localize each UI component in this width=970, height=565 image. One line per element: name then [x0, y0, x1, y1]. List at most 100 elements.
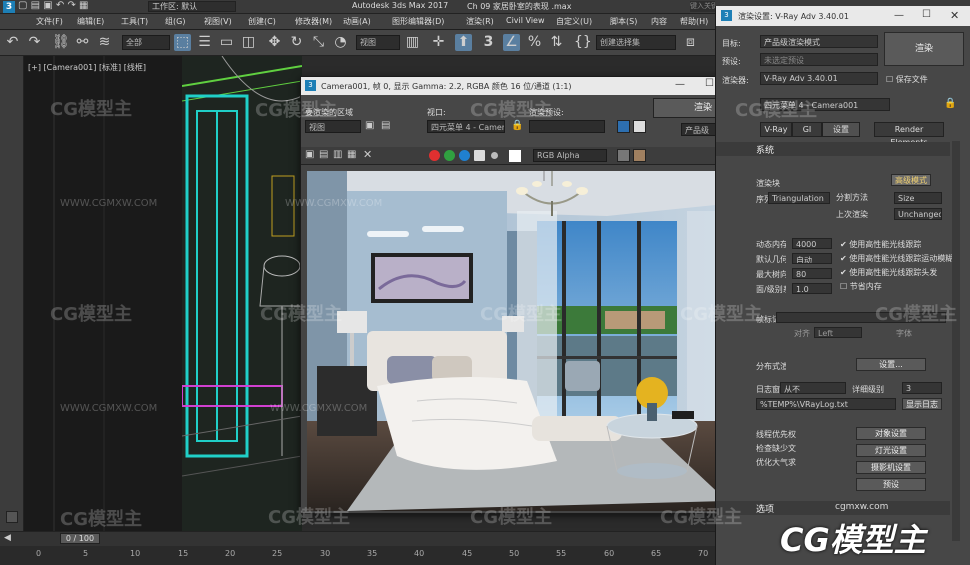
frame-buffer-title[interactable]: 3 Camera001, 帧 0, 显示 Gamma: 2.2, RGBA 颜色… [301, 77, 759, 95]
named-selection-sets-dropdown[interactable]: 创建选择集 [596, 35, 676, 50]
blue-channel-icon[interactable] [459, 150, 470, 161]
reference-coord-dropdown[interactable]: 视图 [356, 35, 400, 50]
render-button[interactable]: 渲染 [884, 32, 964, 66]
tab-gi[interactable]: GI [792, 122, 822, 137]
menu-modifiers[interactable]: 修改器(M) [295, 16, 332, 27]
stamp-font-button[interactable]: 字体 [896, 328, 912, 339]
advanced-mode-button[interactable]: 高级模式 [891, 174, 931, 186]
menu-civil-view[interactable]: Civil View [506, 16, 545, 25]
section-system[interactable]: 系统 [716, 142, 950, 156]
menu-edit[interactable]: 编辑(E) [77, 16, 104, 27]
menu-views[interactable]: 视图(V) [204, 16, 232, 27]
edit-named-sets-icon[interactable]: {} [574, 34, 592, 51]
menu-create[interactable]: 创建(C) [248, 16, 276, 27]
seq-dropdown[interactable]: Triangulation [768, 192, 830, 204]
minimize-icon[interactable]: — [675, 79, 685, 90]
minimize-icon[interactable]: — [894, 10, 904, 21]
spinner-snap-icon[interactable]: ⇅ [548, 34, 565, 51]
save-file-checkbox[interactable]: ☐ 保存文件 [886, 74, 928, 85]
select-object-icon[interactable]: ⬚ [174, 34, 191, 51]
scale-icon[interactable]: ⤡ [310, 34, 327, 51]
menu-customize[interactable]: 自定义(U) [556, 16, 592, 27]
mirror-icon[interactable]: ⧈ [682, 34, 699, 51]
clone-window-icon[interactable]: ▥ [333, 149, 342, 160]
menu-content[interactable]: 内容 [651, 16, 667, 27]
menu-tools[interactable]: 工具(T) [121, 16, 148, 27]
rect-selection-icon[interactable]: ▭ [218, 34, 235, 51]
quick-access-icons[interactable]: ▢ ▤ ▣ ↶ ↷ ▦ [18, 0, 88, 11]
angle-snap-icon[interactable]: ∠ [503, 34, 520, 51]
selection-filter-dropdown[interactable]: 全部 [122, 35, 170, 50]
log-dropdown[interactable]: 从不 [780, 382, 846, 394]
split-dropdown[interactable]: Size [894, 192, 942, 204]
stamp-align-dropdown[interactable]: Left [814, 327, 862, 338]
save-image-icon[interactable]: ▣ [305, 149, 314, 160]
copy-image-icon[interactable]: ▤ [319, 149, 328, 160]
renderer-dropdown[interactable]: V-Ray Adv 3.40.01 [760, 72, 878, 85]
menu-group[interactable]: 组(G) [165, 16, 185, 27]
area-edit-icon[interactable]: ▤ [381, 120, 390, 131]
close-icon[interactable]: ✕ [950, 9, 959, 22]
redo-icon[interactable]: ↷ [26, 34, 43, 51]
search-input[interactable]: 键入关键字或短语 [690, 1, 715, 12]
check-hp-raytrace[interactable]: ✔ 使用高性能光线跟踪 [840, 239, 921, 250]
app-logo-icon[interactable]: 3 [3, 1, 15, 13]
log-path-input[interactable]: %TEMP%\VRayLog.txt [756, 398, 896, 410]
target-dropdown[interactable]: 产品级渲染模式 [760, 35, 878, 48]
placement-icon[interactable]: ◔ [332, 34, 349, 51]
preset-dropdown[interactable]: 未选定预设 [760, 53, 878, 66]
snaps-toggle-icon[interactable]: 3 [480, 34, 497, 51]
clear-icon[interactable]: ✕ [363, 148, 372, 161]
menu-scripting[interactable]: 脚本(S) [610, 16, 637, 27]
keyboard-shortcut-icon[interactable]: ⬆ [455, 34, 472, 51]
maximize-icon[interactable]: ☐ [922, 9, 931, 20]
check-hp-motion[interactable]: ✔ 使用高性能光线跟踪运动模糊 [840, 253, 953, 264]
section-options[interactable]: 选项 [716, 501, 950, 515]
show-log-button[interactable]: 显示日志 [902, 398, 942, 410]
environment-icon[interactable] [633, 120, 646, 133]
viewport-nav-icon[interactable] [6, 511, 18, 523]
raycast-spinner[interactable]: 4000 [792, 238, 832, 249]
mono-icon[interactable] [491, 152, 498, 159]
tab-settings[interactable]: 设置 [822, 122, 860, 137]
unlink-icon[interactable]: ⚯ [74, 34, 91, 51]
view-image-icon[interactable] [633, 149, 646, 162]
percent-snap-icon[interactable]: % [526, 34, 543, 51]
pivot-icon[interactable]: ▥ [404, 34, 421, 51]
prev-dropdown[interactable]: Unchanged [894, 208, 942, 220]
rotate-icon[interactable]: ↻ [288, 34, 305, 51]
log-level-spinner[interactable]: 3 [902, 382, 942, 394]
presets-button[interactable]: 预设 [856, 478, 926, 491]
dist-settings-button[interactable]: 设置... [856, 358, 926, 371]
menu-help[interactable]: 帮助(H) [680, 16, 708, 27]
menu-animation[interactable]: 动画(A) [343, 16, 371, 27]
face-spinner[interactable]: 1.0 [792, 283, 832, 294]
move-icon[interactable]: ✥ [266, 34, 283, 51]
red-channel-icon[interactable] [429, 150, 440, 161]
scrollbar[interactable] [952, 141, 960, 541]
menu-graph-editors[interactable]: 图形编辑器(D) [392, 16, 444, 27]
print-icon[interactable]: ▦ [347, 149, 356, 160]
green-channel-icon[interactable] [444, 150, 455, 161]
tab-vray[interactable]: V-Ray [760, 122, 792, 137]
color-swatch[interactable] [509, 150, 521, 162]
channel-dropdown[interactable]: RGB Alpha [533, 149, 607, 162]
window-crossing-icon[interactable]: ◫ [240, 34, 257, 51]
lock-icon[interactable]: 🔒 [944, 98, 956, 109]
time-ruler[interactable]: 0 5 10 15 20 25 30 35 40 45 50 55 60 65 … [0, 546, 760, 565]
workspace-dropdown[interactable]: 工作区: 默认 [148, 1, 236, 12]
viewport-wireframe[interactable] [182, 56, 302, 531]
camera-settings-button[interactable]: 摄影机设置 [856, 461, 926, 474]
check-save-memory[interactable]: ☐ 节省内存 [840, 281, 882, 292]
time-slider[interactable]: 0 / 100 [60, 533, 100, 544]
object-settings-button[interactable]: 对象设置 [856, 427, 926, 440]
depth-spinner[interactable]: 80 [792, 268, 832, 279]
timeline[interactable] [0, 531, 760, 546]
undo-icon[interactable]: ↶ [4, 34, 21, 51]
maximize-icon[interactable]: ☐ [705, 78, 714, 89]
alpha-channel-icon[interactable] [474, 150, 485, 161]
select-by-name-icon[interactable]: ☰ [196, 34, 213, 51]
menu-rendering[interactable]: 渲染(R) [466, 16, 494, 27]
tab-render-elements[interactable]: Render Elements [874, 122, 944, 147]
select-manipulate-icon[interactable]: ✛ [430, 34, 447, 51]
